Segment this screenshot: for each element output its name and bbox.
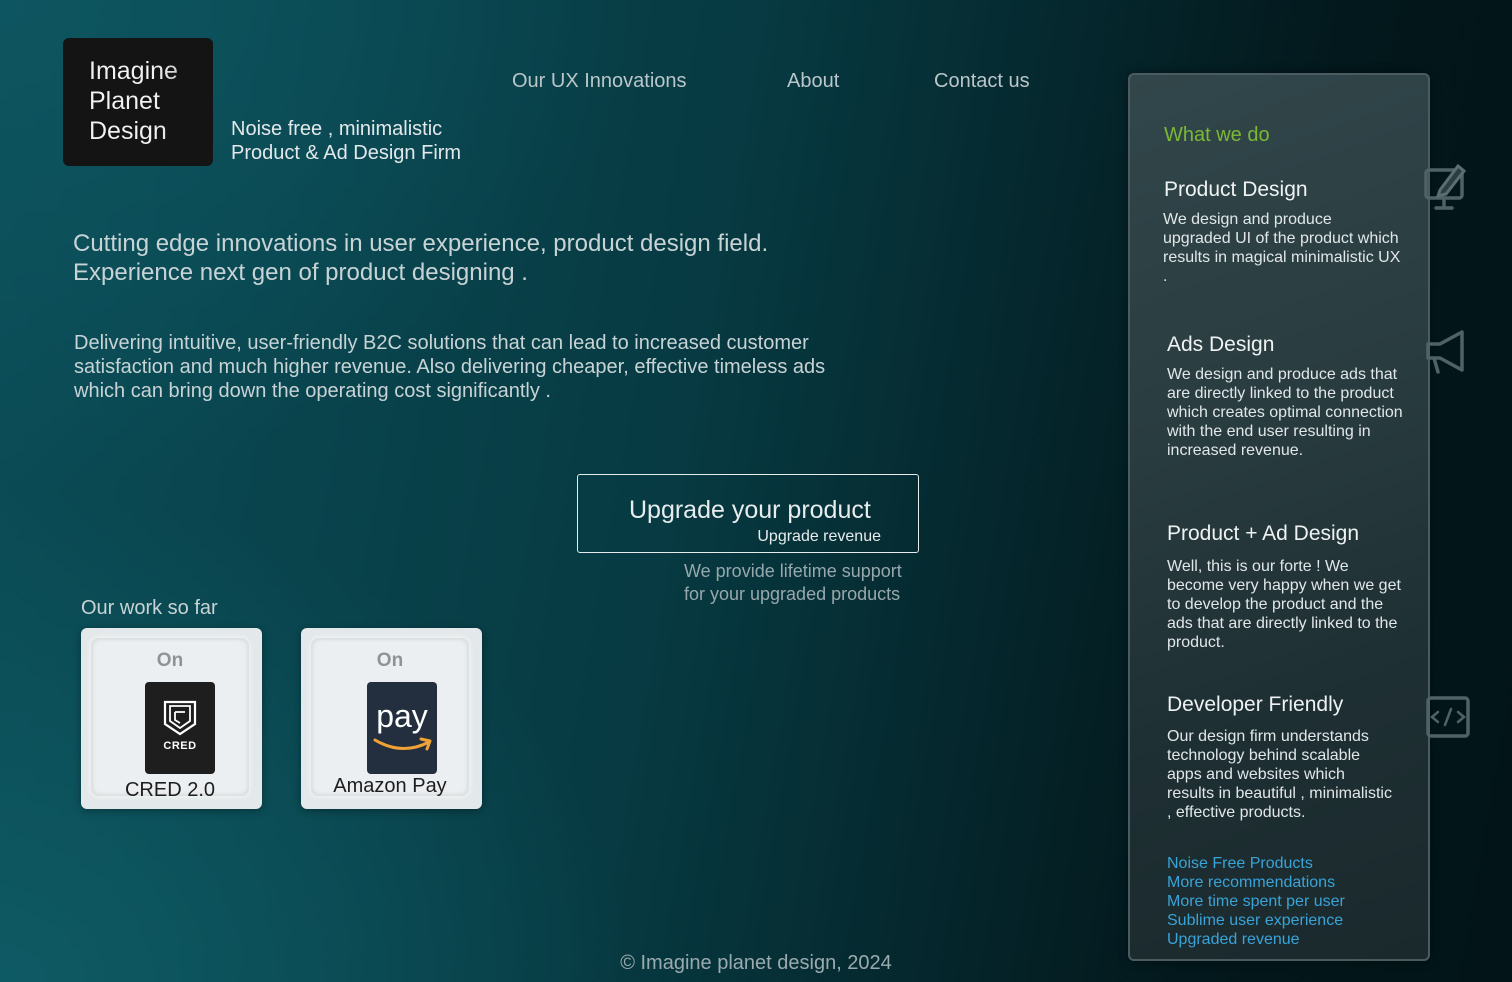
benefit-link[interactable]: Noise Free Products [1167,854,1345,873]
card-inner: On pay Amazon Pay [311,638,469,797]
service-body: Well, this is our forte ! We become very… [1167,558,1401,651]
on-label: On [376,650,404,671]
support-line: for your upgraded products [684,584,901,604]
service-body: We design and produce upgraded UI of the… [1163,211,1401,285]
upgrade-product-button[interactable]: Upgrade your product Upgrade revenue [577,474,919,553]
service-title: Ads Design [1167,333,1275,356]
nav-link-ux-innovations[interactable]: Our UX Innovations [512,70,687,93]
nav-link-contact[interactable]: Contact us [934,70,1030,93]
tagline-line: Noise free , minimalistic [231,118,443,140]
support-line: We provide lifetime support [684,561,902,581]
service-title: Product Design [1164,178,1308,201]
amazon-smile-icon [373,737,432,751]
on-label: On [156,650,184,671]
cred-logo-text: CRED [163,740,197,752]
service-body: We design and produce ads that are direc… [1167,366,1403,459]
amazon-pay-logo: pay [367,682,437,774]
benefit-link[interactable]: More time spent per user [1167,892,1345,911]
monitor-pencil-icon [1424,163,1467,210]
work-card-amazon-pay[interactable]: On pay Amazon Pay [301,628,482,809]
benefit-link[interactable]: Sublime user experience [1167,911,1345,930]
logo-line: Planet [89,86,213,116]
support-note: We provide lifetime support for your upg… [684,560,902,606]
service-body: Our design firm understands technology b… [1167,728,1392,821]
card-inner: On CRED CRED 2.0 [91,638,249,801]
nav-link-about[interactable]: About [787,70,839,93]
logo-line: Design [89,116,213,146]
logo-line: Imagine [89,56,213,86]
service-title: Developer Friendly [1167,693,1344,716]
work-card-name: Amazon Pay [333,775,447,797]
panel-heading: What we do [1164,124,1270,146]
service-title: Product + Ad Design [1167,522,1360,545]
megaphone-icon [1426,330,1464,374]
benefit-link[interactable]: More recommendations [1167,873,1345,892]
tagline-line: Product & Ad Design Firm [231,142,462,164]
benefit-links: Noise Free Products More recommendations… [1167,854,1345,949]
code-icon [1426,696,1470,738]
hero-description: Delivering intuitive, user-friendly B2C … [74,332,826,402]
cred-logo: CRED [145,682,215,774]
cta-subtitle: Upgrade revenue [757,528,881,545]
benefit-link[interactable]: Upgraded revenue [1167,930,1345,949]
hero-headline: Cutting edge innovations in user experie… [73,230,769,286]
footer-copyright: © Imagine planet design, 2024 [620,952,892,974]
pay-logo-text: pay [376,698,428,734]
work-card-cred[interactable]: On CRED CRED 2.0 [81,628,262,809]
cta-title: Upgrade your product [629,496,871,524]
work-card-name: CRED 2.0 [124,779,216,801]
brand-tagline: Noise free , minimalistic Product & Ad D… [231,117,461,165]
brand-logo[interactable]: Imagine Planet Design [63,38,213,166]
what-we-do-panel: What we do Product Design We design and … [1128,73,1430,961]
work-section-title: Our work so far [81,597,218,619]
